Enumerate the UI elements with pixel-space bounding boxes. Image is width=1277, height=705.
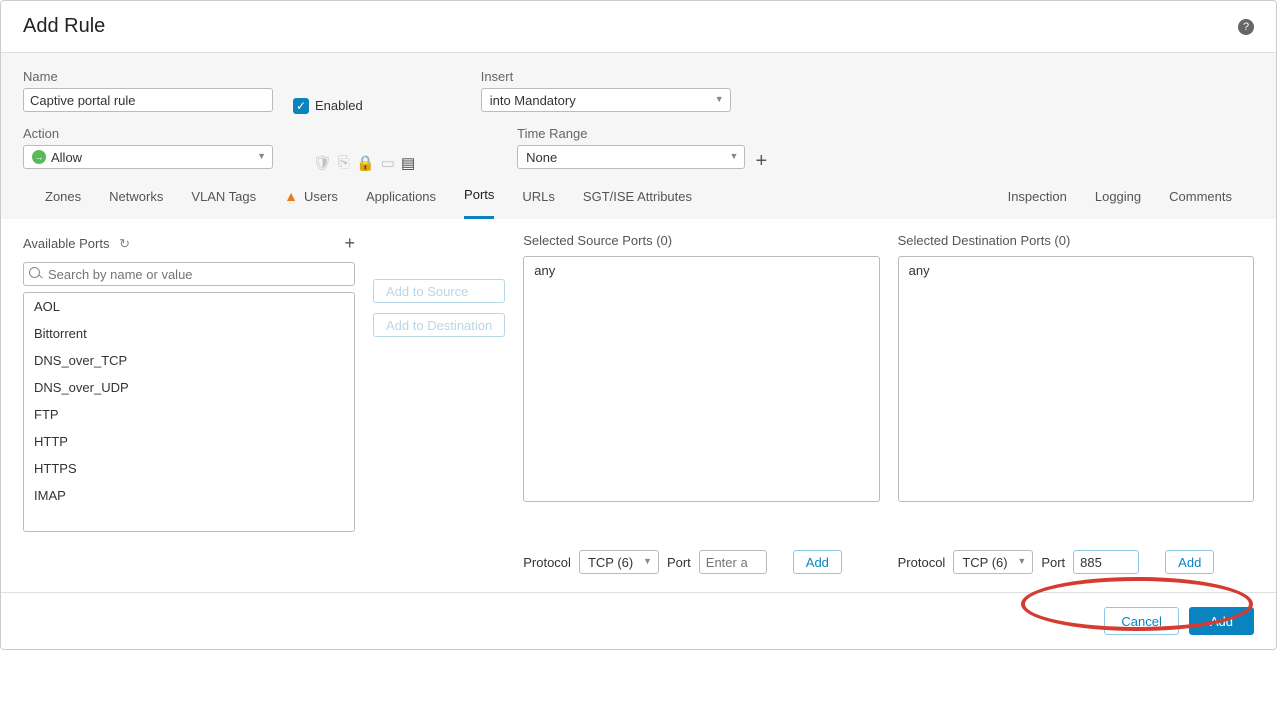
picture-icon: ▭ <box>381 154 395 172</box>
chevron-down-icon: ▼ <box>643 556 652 566</box>
warning-icon: ▲ <box>284 188 298 204</box>
refresh-icon[interactable]: ↻ <box>119 236 130 251</box>
add-to-source-button[interactable]: Add to Source <box>373 279 505 303</box>
chevron-down-icon: ▼ <box>730 151 739 161</box>
name-input[interactable] <box>23 88 273 112</box>
allow-icon: → <box>32 150 46 164</box>
timerange-select[interactable]: None ▼ <box>517 145 745 169</box>
selected-dest-list[interactable]: any <box>898 256 1254 502</box>
enabled-label: Enabled <box>315 98 363 113</box>
list-item[interactable]: FTP <box>24 401 354 428</box>
dest-port-input[interactable] <box>1073 550 1139 574</box>
selected-source-title: Selected Source Ports (0) <box>523 233 672 248</box>
page-title: Add Rule <box>23 15 105 38</box>
insert-label: Insert <box>481 69 731 84</box>
source-add-button[interactable]: Add <box>793 550 842 574</box>
source-protocol-label: Protocol <box>523 555 571 570</box>
dest-port-label: Port <box>1041 555 1065 570</box>
list-item[interactable]: Bittorrent <box>24 320 354 347</box>
add-timerange-icon[interactable]: + <box>755 150 767 173</box>
log-status-icon-group: 🛡 ⎘ 🔒 ▭ ▤ <box>313 150 415 175</box>
dest-protocol-select[interactable]: TCP (6) ▼ <box>953 550 1033 574</box>
tab-users[interactable]: ▲Users <box>284 173 338 219</box>
tab-sgtise[interactable]: SGT/ISE Attributes <box>583 173 692 219</box>
shield-icon: 🛡 <box>313 154 332 172</box>
log-icon: ▤ <box>401 154 415 172</box>
name-label: Name <box>23 69 273 84</box>
chevron-down-icon: ▼ <box>257 151 266 161</box>
selected-dest-title: Selected Destination Ports (0) <box>898 233 1071 248</box>
enabled-checkbox[interactable]: ✓ Enabled <box>293 93 363 118</box>
source-port-label: Port <box>667 555 691 570</box>
tab-networks[interactable]: Networks <box>109 173 163 219</box>
help-icon[interactable]: ? <box>1238 19 1254 35</box>
insert-select[interactable]: into Mandatory ▼ <box>481 88 731 112</box>
tab-vlantags[interactable]: VLAN Tags <box>191 173 256 219</box>
add-to-destination-button[interactable]: Add to Destination <box>373 313 505 337</box>
search-input[interactable] <box>23 262 355 286</box>
chevron-down-icon: ▼ <box>715 94 724 104</box>
tab-comments[interactable]: Comments <box>1169 175 1232 218</box>
list-item[interactable]: HTTPS <box>24 455 354 482</box>
source-protocol-select[interactable]: TCP (6) ▼ <box>579 550 659 574</box>
selected-source-list[interactable]: any <box>523 256 879 502</box>
timerange-label: Time Range <box>517 126 767 141</box>
list-item[interactable]: DNS_over_TCP <box>24 347 354 374</box>
tab-applications[interactable]: Applications <box>366 173 436 219</box>
available-ports-list[interactable]: AOLBittorrentDNS_over_TCPDNS_over_UDPFTP… <box>23 292 355 532</box>
available-ports-title: Available Ports <box>23 236 109 251</box>
list-item[interactable]: DNS_over_UDP <box>24 374 354 401</box>
chevron-down-icon: ▼ <box>1017 556 1026 566</box>
source-port-input[interactable] <box>699 550 767 574</box>
tab-inspection[interactable]: Inspection <box>1008 175 1067 218</box>
list-item[interactable]: AOL <box>24 293 354 320</box>
tab-zones[interactable]: Zones <box>45 173 81 219</box>
add-button[interactable]: Add <box>1189 607 1254 635</box>
cancel-button[interactable]: Cancel <box>1104 607 1178 635</box>
tab-urls[interactable]: URLs <box>522 173 555 219</box>
tab-logging[interactable]: Logging <box>1095 175 1141 218</box>
lock-icon: 🔒 <box>356 154 375 172</box>
list-item[interactable]: IMAP <box>24 482 354 509</box>
variable-icon: ⎘ <box>338 154 350 171</box>
tab-ports[interactable]: Ports <box>464 173 494 219</box>
action-select[interactable]: → Allow ▼ <box>23 145 273 169</box>
dest-add-button[interactable]: Add <box>1165 550 1214 574</box>
add-port-object-icon[interactable]: + <box>344 233 355 254</box>
action-label: Action <box>23 126 273 141</box>
list-item[interactable]: HTTP <box>24 428 354 455</box>
dest-protocol-label: Protocol <box>898 555 946 570</box>
